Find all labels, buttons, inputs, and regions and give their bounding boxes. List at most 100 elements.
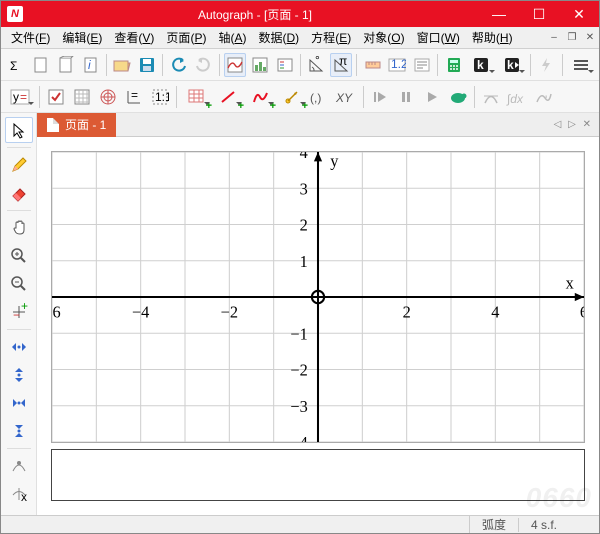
undo-icon[interactable] bbox=[167, 53, 190, 77]
menu-lines-icon[interactable] bbox=[567, 53, 595, 77]
svg-text:y: y bbox=[13, 90, 19, 104]
pointer-tool-icon[interactable] bbox=[5, 117, 33, 143]
toolbar-2: y= = 1:1 + + + + (,) XY ∫dx ' bbox=[1, 81, 599, 113]
toolbar-1: Σ i ° π 1.23 k k bbox=[1, 49, 599, 81]
derivative-icon[interactable]: ' bbox=[531, 85, 555, 109]
svg-text:i: i bbox=[88, 58, 91, 72]
svg-text:−4: −4 bbox=[132, 303, 149, 322]
table-add-icon[interactable]: + bbox=[181, 85, 211, 109]
new-page-icon[interactable] bbox=[30, 53, 53, 77]
flash-icon[interactable] bbox=[535, 53, 558, 77]
menu-object[interactable]: 对象(O) bbox=[357, 27, 410, 48]
zoom-in-icon[interactable] bbox=[5, 243, 33, 269]
svg-text:(,): (,) bbox=[310, 91, 321, 105]
watermark: 0660 bbox=[526, 482, 592, 514]
constant-k-play-icon[interactable]: k bbox=[498, 53, 526, 77]
results-textbox[interactable] bbox=[51, 449, 585, 501]
menu-help[interactable]: 帮助(H) bbox=[466, 27, 519, 48]
menu-data[interactable]: 数据(D) bbox=[252, 27, 305, 48]
new-page-3d-icon[interactable] bbox=[54, 53, 77, 77]
menu-file[interactable]: 文件(F) bbox=[5, 27, 56, 48]
text-box-icon[interactable] bbox=[411, 53, 434, 77]
menu-view[interactable]: 查看(V) bbox=[108, 27, 160, 48]
axes-scale-icon[interactable]: 1:1 bbox=[148, 85, 172, 109]
svg-text:1: 1 bbox=[300, 252, 308, 271]
constant-k-icon[interactable]: k bbox=[467, 53, 495, 77]
shrink-h-icon[interactable] bbox=[5, 390, 33, 416]
maximize-button[interactable]: ☐ bbox=[519, 1, 559, 27]
svg-text:k: k bbox=[507, 58, 514, 72]
redo-icon[interactable] bbox=[192, 53, 215, 77]
trace-x-icon[interactable]: x bbox=[5, 481, 33, 507]
integral-icon[interactable]: ∫dx bbox=[505, 85, 529, 109]
tab-nav-buttons[interactable]: ◁ ▷ ✕ bbox=[548, 119, 599, 130]
checkbox-tool-icon[interactable] bbox=[44, 85, 68, 109]
play-start-icon[interactable] bbox=[368, 85, 392, 109]
pencil-tool-icon[interactable] bbox=[5, 152, 33, 178]
status-precision: 4 s.f. bbox=[518, 518, 569, 532]
menu-window[interactable]: 窗口(W) bbox=[411, 27, 466, 48]
mdi-minimize-icon[interactable]: – bbox=[545, 32, 563, 43]
svg-text:2: 2 bbox=[300, 216, 308, 235]
mdi-restore-icon[interactable]: ❐ bbox=[563, 32, 581, 43]
curve-add-icon[interactable]: + bbox=[245, 85, 275, 109]
menu-axes[interactable]: 轴(A) bbox=[212, 27, 252, 48]
svg-text:3: 3 bbox=[300, 179, 308, 198]
save-icon[interactable] bbox=[136, 53, 159, 77]
svg-text:−4: −4 bbox=[290, 433, 307, 442]
zoom-out-icon[interactable] bbox=[5, 271, 33, 297]
side-toolbar: +− x bbox=[1, 113, 37, 515]
svg-text:4: 4 bbox=[491, 303, 499, 322]
svg-text:°: ° bbox=[315, 56, 320, 67]
menu-edit[interactable]: 编辑(E) bbox=[56, 27, 108, 48]
menu-equation[interactable]: 方程(E) bbox=[305, 27, 357, 48]
open-icon[interactable] bbox=[111, 53, 134, 77]
svg-text:−2: −2 bbox=[290, 361, 307, 380]
svg-text:4: 4 bbox=[300, 152, 308, 162]
svg-text:−3: −3 bbox=[290, 397, 307, 416]
close-button[interactable]: ✕ bbox=[559, 1, 599, 27]
angle-icon[interactable]: ° bbox=[305, 53, 328, 77]
pi-angle-icon[interactable]: π bbox=[330, 53, 353, 77]
turtle-fast-icon[interactable] bbox=[446, 85, 470, 109]
hand-tool-icon[interactable] bbox=[5, 215, 33, 241]
tangent-icon[interactable] bbox=[479, 85, 503, 109]
vector-add-icon[interactable]: + bbox=[277, 85, 307, 109]
eraser-tool-icon[interactable] bbox=[5, 180, 33, 206]
bar-mode-icon[interactable] bbox=[248, 53, 271, 77]
svg-text:1:1: 1:1 bbox=[155, 90, 169, 104]
stretch-v-icon[interactable] bbox=[5, 362, 33, 388]
stretch-h-icon[interactable] bbox=[5, 334, 33, 360]
calculator-icon[interactable] bbox=[442, 53, 465, 77]
play-icon[interactable] bbox=[420, 85, 444, 109]
polar-grid-icon[interactable] bbox=[96, 85, 120, 109]
svg-text:y: y bbox=[330, 152, 339, 171]
shrink-v-icon[interactable] bbox=[5, 418, 33, 444]
svg-text:XY: XY bbox=[335, 91, 353, 105]
info-page-icon[interactable]: i bbox=[79, 53, 102, 77]
axes-reset-icon[interactable]: +− bbox=[5, 299, 33, 325]
status-angle-mode: 弧度 bbox=[469, 516, 518, 533]
grid-fine-icon[interactable] bbox=[70, 85, 94, 109]
minimize-button[interactable]: — bbox=[479, 1, 519, 27]
svg-text:−2: −2 bbox=[221, 303, 238, 322]
pause-icon[interactable] bbox=[394, 85, 418, 109]
mdi-close-icon[interactable]: ✕ bbox=[581, 32, 599, 43]
tab-label: 页面 - 1 bbox=[65, 116, 106, 133]
axes-equal-icon[interactable]: = bbox=[122, 85, 146, 109]
graph-mode-icon[interactable] bbox=[224, 53, 247, 77]
point-on-curve-icon[interactable] bbox=[5, 453, 33, 479]
xy-tool-icon[interactable]: XY bbox=[335, 85, 359, 109]
menu-page[interactable]: 页面(P) bbox=[160, 27, 212, 48]
tab-page-1[interactable]: 页面 - 1 bbox=[37, 113, 116, 137]
graph-area[interactable]: −6−4−2246−4−3−2−11234xy bbox=[51, 151, 585, 443]
coord-tool-icon[interactable]: (,) bbox=[309, 85, 333, 109]
line-add-icon[interactable]: + bbox=[213, 85, 243, 109]
key-mode-icon[interactable] bbox=[273, 53, 296, 77]
tab-bar: 页面 - 1 ◁ ▷ ✕ bbox=[37, 113, 599, 137]
number-format-icon[interactable]: 1.23 bbox=[386, 53, 409, 77]
y-equals-icon[interactable]: y= bbox=[5, 85, 35, 109]
ruler-icon[interactable] bbox=[361, 53, 384, 77]
sigma-icon[interactable]: Σ bbox=[5, 53, 28, 77]
svg-text:−1: −1 bbox=[290, 324, 307, 343]
